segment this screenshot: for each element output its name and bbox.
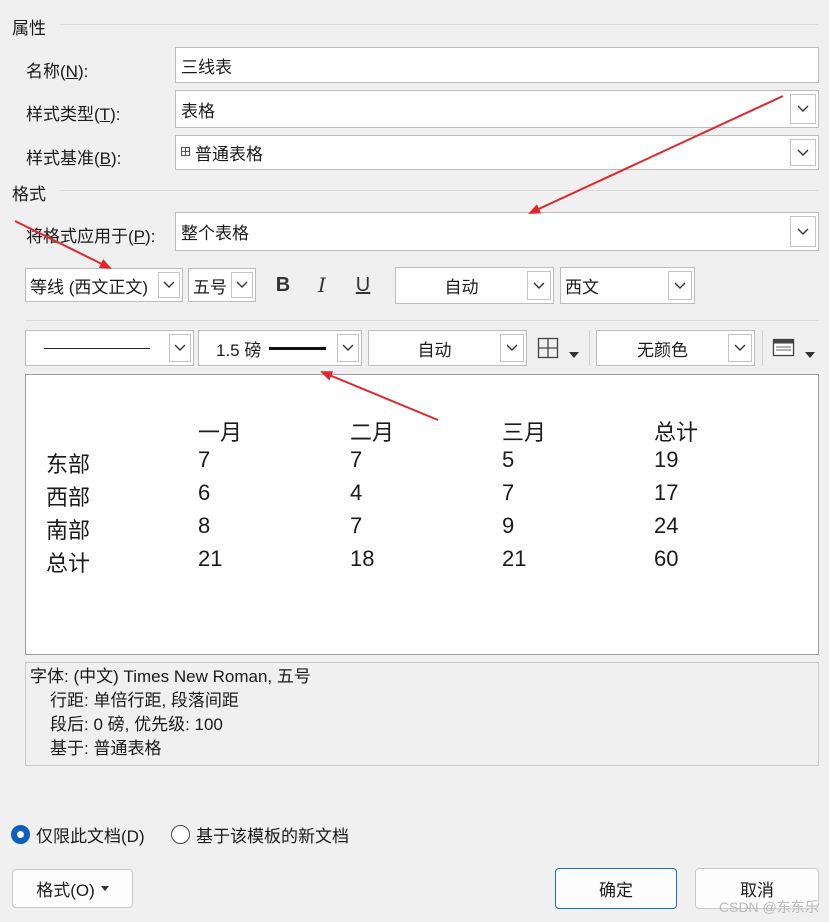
name-label: 名称(N):	[26, 62, 89, 81]
preview-cell: 4	[350, 480, 363, 505]
format-section-title: 格式	[12, 185, 46, 204]
preview-cell: 24	[654, 513, 679, 538]
template-label: 基于该模板的新文档	[196, 827, 349, 846]
description-line: 行距: 单倍行距, 段落间距	[50, 691, 239, 710]
this-document-label: 仅限此文档(D)	[36, 827, 145, 846]
chevron-down-icon[interactable]	[790, 216, 816, 247]
border-color-value: 自动	[417, 340, 452, 360]
preview-header-cell: 一月	[198, 420, 243, 445]
preview-row-label: 西部	[46, 485, 91, 510]
preview-header-cell: 二月	[350, 420, 395, 445]
toolbar-divider	[25, 320, 819, 321]
preview-row-label: 总计	[46, 551, 91, 576]
template-option[interactable]: 基于该模板的新文档	[171, 822, 349, 847]
name-input[interactable]: 三线表	[175, 47, 819, 83]
toolbar-separator	[589, 330, 590, 366]
font-color-value: 自动	[444, 278, 479, 297]
borders-dropdown-icon[interactable]	[568, 344, 580, 358]
based-on-label: 样式基准(B):	[26, 149, 122, 168]
preview-cell: 60	[654, 546, 679, 571]
description-line: 段后: 0 磅, 优先级: 100	[50, 715, 223, 734]
shading-select[interactable]: 无颜色	[596, 330, 755, 366]
radio-checked-icon[interactable]	[11, 825, 30, 844]
border-icon[interactable]	[537, 337, 559, 359]
chevron-down-icon[interactable]	[158, 272, 180, 298]
preview-row-label: 南部	[46, 518, 91, 543]
preview-cell: 18	[350, 546, 375, 571]
border-color-select[interactable]: 自动	[368, 330, 527, 366]
underline-button[interactable]: U	[350, 270, 376, 300]
script-value: 西文	[565, 278, 599, 297]
script-select[interactable]: 西文	[560, 267, 695, 304]
description-line: 字体: (中文) Times New Roman, 五号	[30, 667, 311, 686]
section-divider	[60, 190, 818, 191]
font-size-value: 五号	[193, 277, 227, 297]
based-on-value-wrap: 普通表格	[176, 140, 790, 165]
format-menu-button[interactable]: 格式(O)	[12, 869, 133, 908]
preview-cell: 5	[502, 447, 515, 472]
radio-unchecked-icon[interactable]	[171, 825, 190, 844]
apply-to-value: 整个表格	[181, 224, 249, 243]
description-line: 基于: 普通表格	[50, 739, 162, 758]
preview-cell: 7	[350, 513, 363, 538]
preview-cell: 9	[502, 513, 515, 538]
line-style-value	[26, 347, 169, 349]
ok-button[interactable]: 确定	[555, 868, 677, 909]
this-document-option[interactable]: 仅限此文档(D)	[11, 822, 145, 847]
toolbar-separator	[762, 330, 763, 366]
shading-value: 无颜色	[637, 340, 688, 360]
italic-button[interactable]: I	[309, 270, 335, 300]
shading-icon[interactable]	[772, 337, 796, 359]
chevron-down-icon[interactable]	[668, 271, 692, 300]
chevron-down-icon[interactable]	[231, 272, 253, 298]
font-color-select[interactable]: 自动	[395, 267, 554, 304]
chevron-down-icon[interactable]	[790, 139, 816, 166]
preview-header-cell: 总计	[654, 420, 699, 445]
line-weight-value: 1.5 磅	[216, 340, 262, 360]
preview-cell: 21	[502, 546, 527, 571]
preview-cell: 17	[654, 480, 679, 505]
style-type-label: 样式类型(T):	[26, 105, 121, 124]
based-on-value: 普通表格	[195, 145, 263, 164]
style-type-select[interactable]: 表格	[175, 90, 819, 128]
preview-cell: 7	[198, 447, 211, 472]
chevron-down-icon[interactable]	[527, 271, 551, 300]
line-weight-value-wrap: 1.5 磅	[199, 336, 337, 361]
preview-cell: 6	[198, 480, 211, 505]
shading-dropdown-icon[interactable]	[804, 344, 816, 358]
chevron-down-icon[interactable]	[337, 334, 359, 362]
style-preview: 一月 二月 三月 总计 东部 7 7 5 19 西部 6 4 7 17 南部 8…	[25, 374, 819, 655]
line-weight-select[interactable]: 1.5 磅	[198, 330, 362, 366]
dropdown-arrow-icon	[100, 886, 109, 891]
preview-cell: 7	[502, 480, 515, 505]
style-description: 字体: (中文) Times New Roman, 五号 行距: 单倍行距, 段…	[25, 662, 819, 766]
preview-cell: 8	[198, 513, 211, 538]
apply-to-label: 将格式应用于(P):	[26, 227, 156, 246]
bold-button[interactable]: B	[270, 270, 296, 300]
section-divider	[60, 24, 818, 25]
chevron-down-icon[interactable]	[790, 94, 816, 124]
style-type-value: 表格	[181, 101, 215, 121]
properties-section-title: 属性	[12, 19, 46, 38]
preview-cell: 19	[654, 447, 679, 472]
preview-cell: 7	[350, 447, 363, 472]
font-size-select[interactable]: 五号	[188, 268, 256, 302]
font-name-value: 等线 (西文正文)	[30, 277, 149, 297]
chevron-down-icon[interactable]	[728, 334, 752, 362]
chevron-down-icon[interactable]	[500, 334, 524, 362]
apply-to-select[interactable]: 整个表格	[175, 212, 819, 251]
table-grid-icon	[181, 141, 190, 161]
line-style-select[interactable]	[25, 330, 194, 366]
format-button-label: 格式(O)	[36, 881, 95, 900]
watermark: CSDN @东东乐	[719, 899, 819, 915]
based-on-select[interactable]: 普通表格	[175, 135, 819, 170]
chevron-down-icon[interactable]	[169, 334, 191, 362]
preview-row-label: 东部	[46, 452, 91, 477]
preview-cell: 21	[198, 546, 223, 571]
font-name-select[interactable]: 等线 (西文正文)	[25, 268, 183, 302]
preview-header-cell: 三月	[502, 420, 547, 445]
